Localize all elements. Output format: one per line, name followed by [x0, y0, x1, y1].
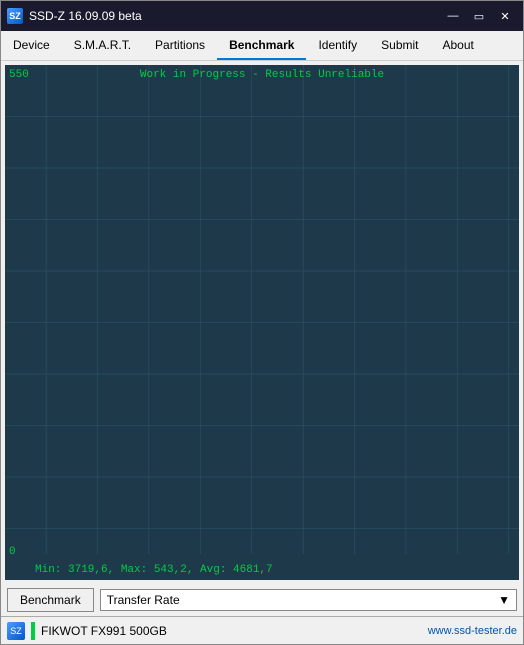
dropdown-arrow-icon: ▼	[498, 593, 510, 607]
benchmark-button[interactable]: Benchmark	[7, 588, 94, 612]
status-app-icon: SZ	[7, 622, 25, 640]
window-controls: — ▭ ✕	[441, 6, 517, 26]
menu-submit[interactable]: Submit	[369, 31, 430, 60]
close-button[interactable]: ✕	[493, 6, 517, 26]
bottom-toolbar: Benchmark Transfer Rate ▼	[1, 584, 523, 616]
menu-device[interactable]: Device	[1, 31, 62, 60]
chart-title: Work in Progress - Results Unreliable	[5, 69, 519, 81]
transfer-rate-dropdown[interactable]: Transfer Rate ▼	[100, 589, 517, 611]
window-title: SSD-Z 16.09.09 beta	[29, 9, 441, 23]
title-bar: SZ SSD-Z 16.09.09 beta — ▭ ✕	[1, 1, 523, 31]
menu-partitions[interactable]: Partitions	[143, 31, 217, 60]
menu-smart[interactable]: S.M.A.R.T.	[62, 31, 143, 60]
main-window: SZ SSD-Z 16.09.09 beta — ▭ ✕ Device S.M.…	[0, 0, 524, 645]
chart-y-min: 0	[9, 546, 16, 558]
app-icon: SZ	[7, 8, 23, 24]
chart-grid-svg	[5, 65, 519, 580]
menu-bar: Device S.M.A.R.T. Partitions Benchmark I…	[1, 31, 523, 61]
status-bar: SZ FIKWOT FX991 500GB www.ssd-tester.de	[1, 616, 523, 644]
drive-activity-indicator	[31, 622, 35, 640]
menu-benchmark[interactable]: Benchmark	[217, 31, 306, 60]
maximize-button[interactable]: ▭	[467, 6, 491, 26]
chart-stats: Min: 3719,6, Max: 543,2, Avg: 4681,7	[35, 564, 273, 576]
drive-name: FIKWOT FX991 500GB	[41, 624, 428, 638]
website-link[interactable]: www.ssd-tester.de	[428, 625, 517, 637]
menu-identify[interactable]: Identify	[306, 31, 369, 60]
minimize-button[interactable]: —	[441, 6, 465, 26]
chart-area: 550 Work in Progress - Results Unreliabl…	[5, 65, 519, 580]
menu-about[interactable]: About	[431, 31, 486, 60]
